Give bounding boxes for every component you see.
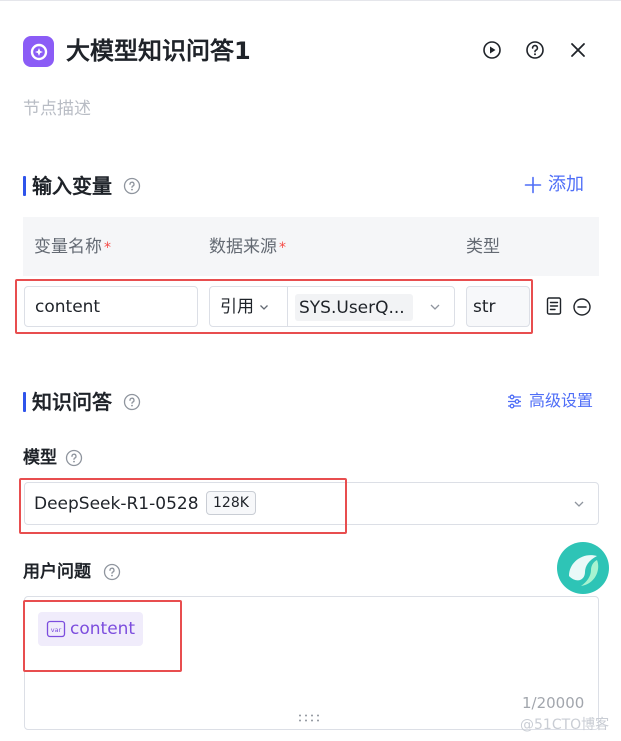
help-circle-icon[interactable] bbox=[103, 563, 121, 581]
node-description-input[interactable]: 节点描述 bbox=[23, 96, 91, 122]
watermark: @51CTO博客 bbox=[520, 717, 610, 733]
qa-section-title: 知识问答 bbox=[32, 390, 112, 414]
run-icon[interactable] bbox=[480, 38, 504, 62]
help-circle-icon[interactable] bbox=[123, 177, 141, 195]
resize-handle-icon[interactable] bbox=[297, 708, 321, 727]
highlight-frame-variable-row bbox=[15, 279, 533, 334]
node-title[interactable]: 大模型知识问答1 bbox=[66, 33, 251, 69]
help-icon[interactable] bbox=[523, 38, 547, 62]
document-icon[interactable] bbox=[545, 296, 563, 320]
help-circle-icon[interactable] bbox=[65, 449, 83, 467]
character-counter: 1/20000 bbox=[522, 694, 585, 712]
node-type-icon bbox=[23, 36, 54, 67]
highlight-frame-model bbox=[19, 478, 347, 534]
column-header-name: 变量名称 * bbox=[34, 237, 111, 257]
close-icon[interactable] bbox=[566, 38, 590, 62]
add-variable-label: 添加 bbox=[548, 174, 584, 195]
section-marker bbox=[23, 392, 26, 412]
plus-icon bbox=[524, 176, 542, 194]
input-section-title: 输入变量 bbox=[32, 174, 112, 198]
section-marker bbox=[23, 176, 26, 196]
question-label: 用户问题 bbox=[23, 562, 91, 582]
remove-row-icon[interactable] bbox=[572, 297, 592, 321]
column-header-source: 数据来源 * bbox=[209, 237, 286, 257]
sliders-icon bbox=[508, 394, 521, 408]
column-header-type: 类型 bbox=[466, 237, 500, 257]
highlight-frame-question bbox=[23, 600, 182, 672]
assistant-logo-icon[interactable] bbox=[555, 540, 611, 596]
chevron-down-icon bbox=[574, 501, 584, 507]
top-divider bbox=[0, 0, 621, 1]
model-label: 模型 bbox=[23, 448, 57, 468]
add-variable-button[interactable]: 添加 bbox=[524, 172, 584, 198]
advanced-settings-button[interactable]: 高级设置 bbox=[506, 389, 593, 413]
help-circle-icon[interactable] bbox=[123, 393, 141, 411]
